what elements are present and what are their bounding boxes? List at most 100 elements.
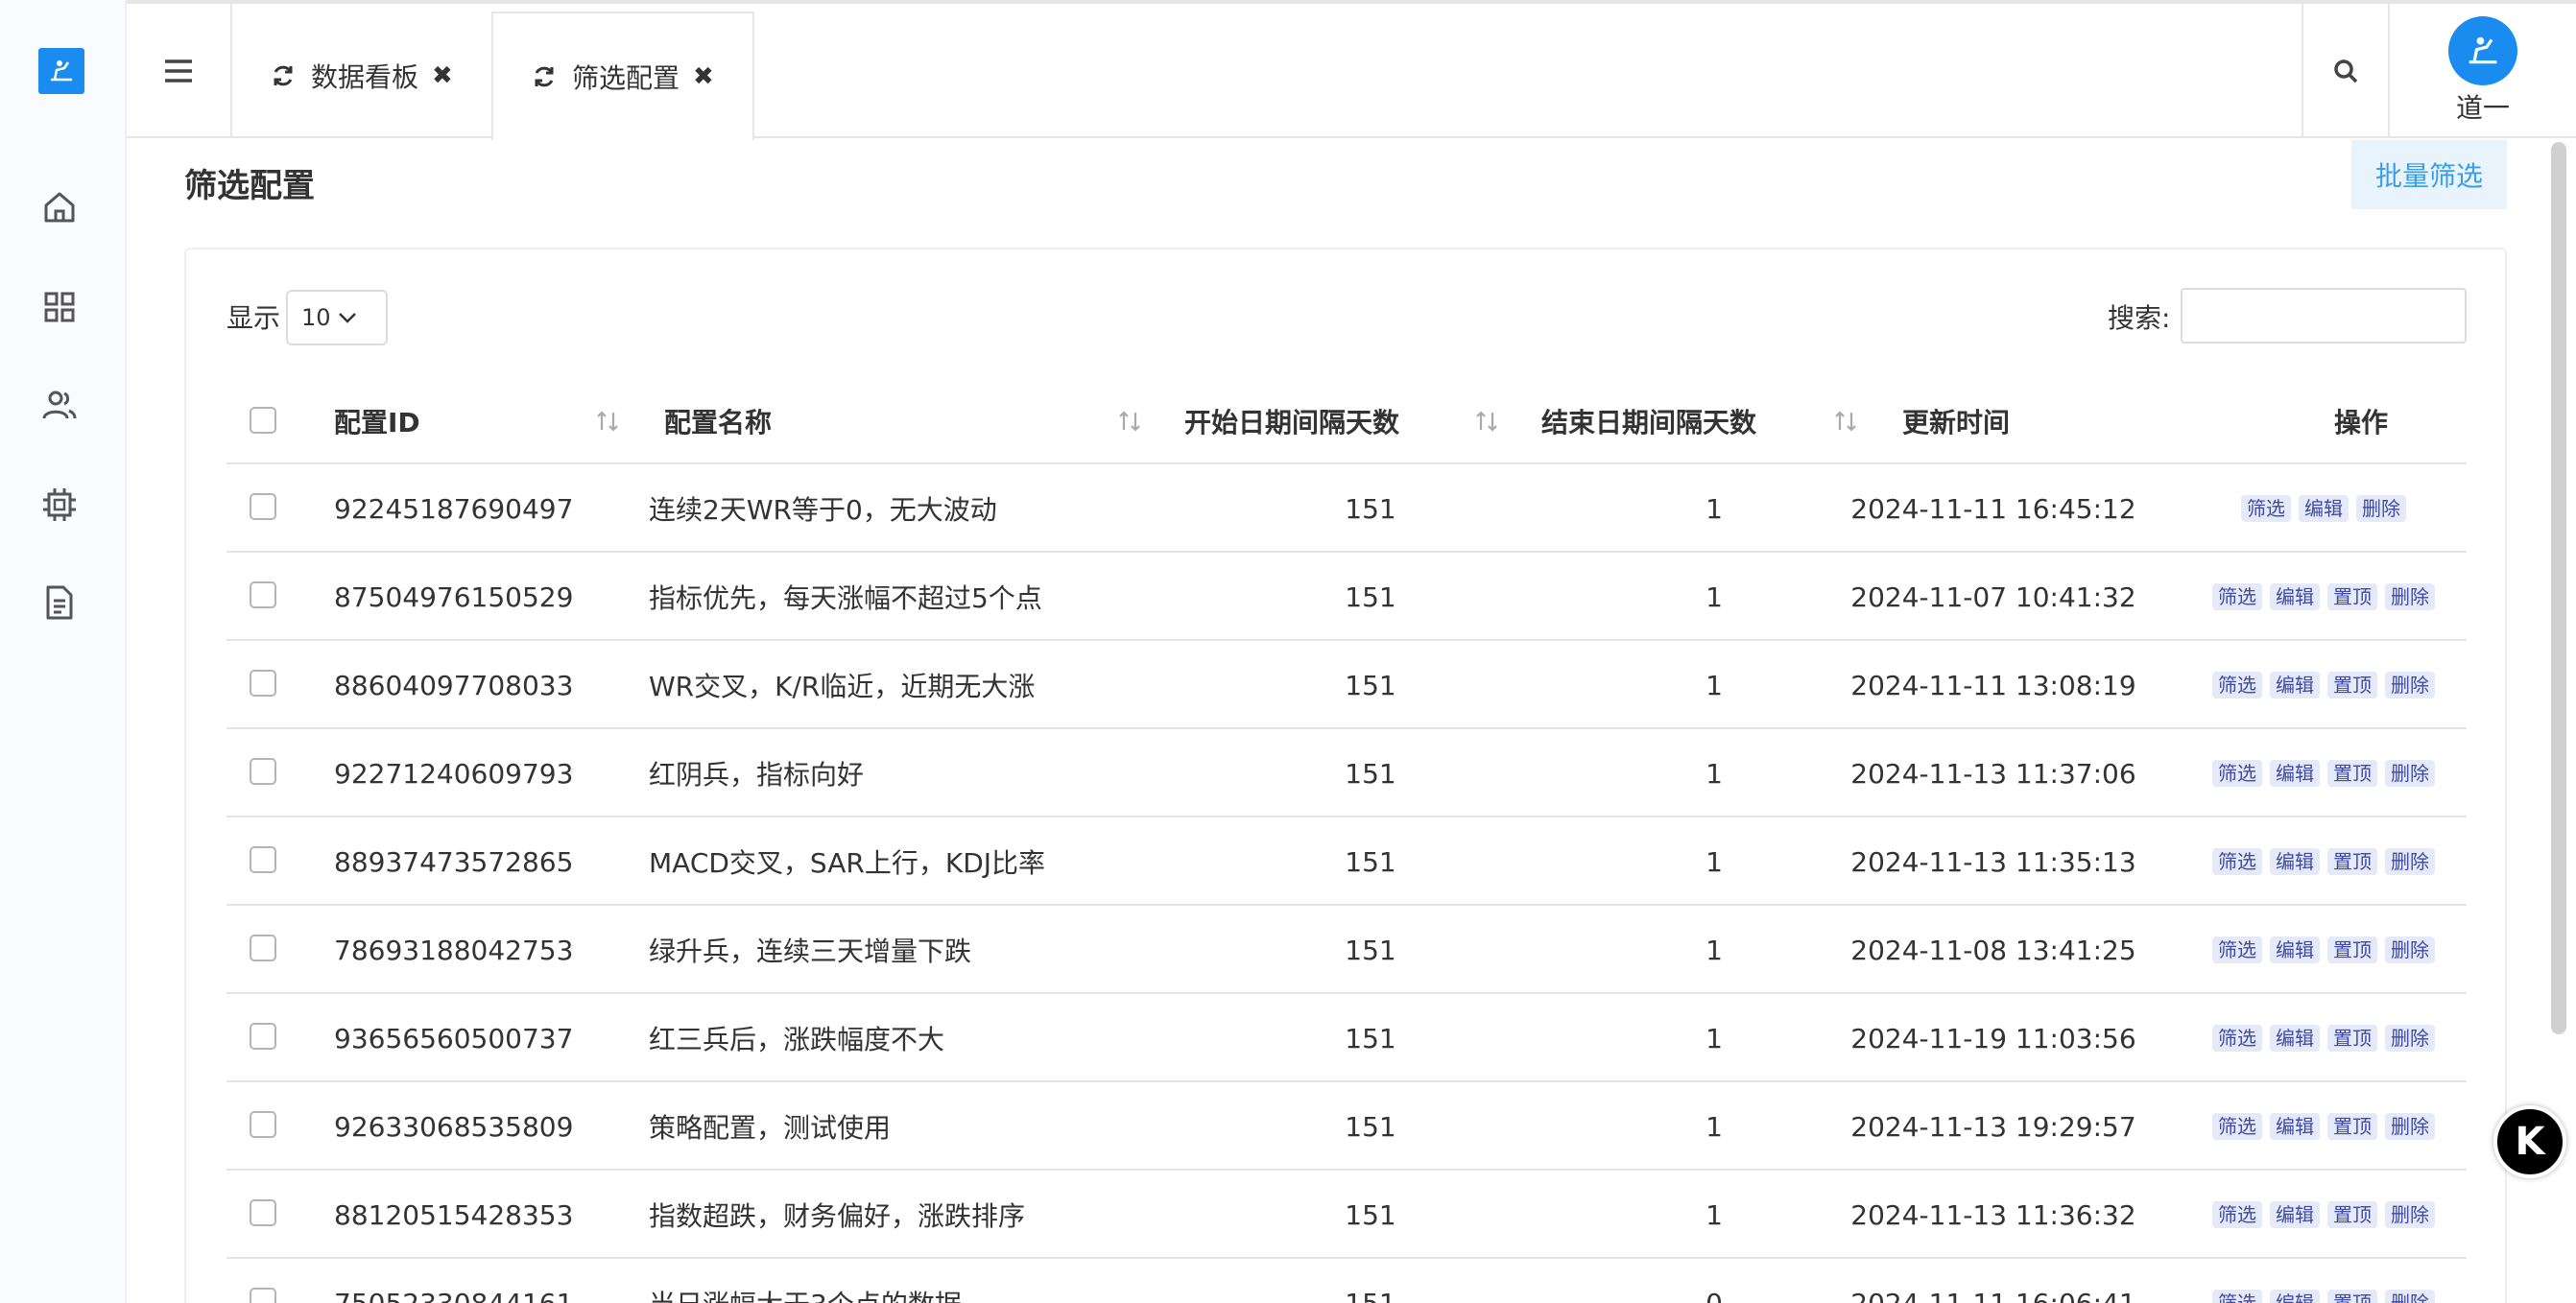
filter-button[interactable]: 筛选	[2212, 1290, 2262, 1303]
delete-button[interactable]: 删除	[2356, 495, 2406, 522]
edit-button[interactable]: 编辑	[2299, 495, 2349, 522]
header-name[interactable]: 配置名称	[664, 378, 772, 464]
filter-button[interactable]: 筛选	[2212, 1201, 2262, 1228]
filter-button[interactable]: 筛选	[2212, 760, 2262, 787]
edit-button[interactable]: 编辑	[2270, 583, 2320, 610]
cell-end-days: 1	[1705, 1022, 1723, 1054]
refresh-icon[interactable]	[532, 64, 557, 89]
home-icon[interactable]	[38, 186, 81, 228]
cell-update-time: 2024-11-08 13:41:25	[1850, 934, 2136, 966]
sort-icon[interactable]	[1115, 407, 1144, 436]
menu-toggle-button[interactable]	[127, 4, 232, 138]
global-search-button[interactable]	[2302, 4, 2390, 138]
delete-button[interactable]: 删除	[2385, 1025, 2435, 1052]
row-checkbox[interactable]	[250, 1199, 276, 1226]
delete-button[interactable]: 删除	[2385, 848, 2435, 875]
pin-button[interactable]: 置顶	[2327, 1290, 2377, 1303]
delete-button[interactable]: 删除	[2385, 672, 2435, 699]
tab-dashboard[interactable]: 数据看板 ✖	[232, 12, 493, 140]
filter-button[interactable]: 筛选	[2212, 1113, 2262, 1140]
table-row[interactable]: 87504976150529 指标优先，每天涨幅不超过5个点 151 1 2024-11…	[227, 553, 2467, 641]
header-end-days[interactable]: 结束日期间隔天数	[1541, 378, 1756, 464]
cell-end-days: 1	[1705, 492, 1723, 525]
close-icon[interactable]: ✖	[693, 62, 714, 91]
floating-assistant-button[interactable]: K	[2493, 1105, 2566, 1178]
pin-button[interactable]: 置顶	[2327, 936, 2377, 963]
table-row[interactable]: 92245187690497 连续2天WR等于0，无大波动 151 1 2024-11-…	[227, 464, 2467, 553]
users-icon[interactable]	[38, 384, 81, 426]
edit-button[interactable]: 编辑	[2270, 672, 2320, 699]
delete-button[interactable]: 删除	[2385, 1201, 2435, 1228]
cell-end-days: 1	[1705, 757, 1723, 790]
cell-actions: 筛选 编辑 删除	[2184, 464, 2463, 553]
header-id[interactable]: 配置ID	[334, 378, 420, 464]
page-size-select[interactable]: 10	[286, 290, 388, 345]
edit-button[interactable]: 编辑	[2270, 1201, 2320, 1228]
close-icon[interactable]: ✖	[432, 61, 453, 90]
pin-button[interactable]: 置顶	[2327, 1201, 2377, 1228]
edit-button[interactable]: 编辑	[2270, 848, 2320, 875]
cell-config-id: 92245187690497	[334, 492, 574, 525]
avatar[interactable]	[2448, 16, 2517, 85]
cell-end-days: 1	[1705, 1110, 1723, 1143]
edit-button[interactable]: 编辑	[2270, 936, 2320, 963]
refresh-icon[interactable]	[271, 63, 296, 88]
batch-filter-button[interactable]: 批量筛选	[2351, 140, 2507, 209]
table-row[interactable]: 92633068535809 策略配置，测试使用 151 1 2024-11-13 19…	[227, 1082, 2467, 1171]
filter-button[interactable]: 筛选	[2212, 936, 2262, 963]
pin-button[interactable]: 置顶	[2327, 848, 2377, 875]
pin-button[interactable]: 置顶	[2327, 760, 2377, 787]
cell-update-time: 2024-11-11 13:08:19	[1850, 669, 2136, 701]
app-logo[interactable]	[38, 48, 84, 94]
tab-filter-config[interactable]: 筛选配置 ✖	[491, 12, 754, 140]
table-row[interactable]: 93656560500737 红三兵后，涨跌幅度不大 151 1 2024-11-19 …	[227, 994, 2467, 1082]
cell-config-id: 93656560500737	[334, 1022, 574, 1054]
edit-button[interactable]: 编辑	[2270, 760, 2320, 787]
cell-start-days: 151	[1345, 1110, 1396, 1143]
table-row[interactable]: 78693188042753 绿升兵，连续三天增量下跌 151 1 2024-11-08…	[227, 906, 2467, 994]
pin-button[interactable]: 置顶	[2327, 583, 2377, 610]
row-checkbox[interactable]	[250, 1023, 276, 1050]
row-checkbox[interactable]	[250, 846, 276, 873]
delete-button[interactable]: 删除	[2385, 583, 2435, 610]
table-row[interactable]: 88937473572865 MACD交叉，SAR上行，KDJ比率 151 1 2024…	[227, 817, 2467, 906]
filter-button[interactable]: 筛选	[2212, 672, 2262, 699]
select-all-checkbox[interactable]	[250, 407, 276, 434]
delete-button[interactable]: 删除	[2385, 936, 2435, 963]
row-checkbox[interactable]	[250, 935, 276, 961]
sort-icon[interactable]	[1831, 407, 1860, 436]
pin-button[interactable]: 置顶	[2327, 1025, 2377, 1052]
row-checkbox[interactable]	[250, 670, 276, 697]
table-row[interactable]: 75052330844161 当日涨幅大于3个点的数据 151 0 2024-11-11…	[227, 1259, 2467, 1303]
delete-button[interactable]: 删除	[2385, 1113, 2435, 1140]
table-row[interactable]: 88604097708033 WR交叉，K/R临近，近期无大涨 151 1 2024-1…	[227, 641, 2467, 729]
filter-button[interactable]: 筛选	[2212, 1025, 2262, 1052]
row-checkbox[interactable]	[250, 758, 276, 785]
edit-button[interactable]: 编辑	[2270, 1290, 2320, 1303]
row-checkbox[interactable]	[250, 1288, 276, 1303]
row-checkbox[interactable]	[250, 493, 276, 520]
delete-button[interactable]: 删除	[2385, 1290, 2435, 1303]
filter-button[interactable]: 筛选	[2212, 583, 2262, 610]
header-update-time[interactable]: 更新时间	[1902, 378, 2010, 464]
table-row[interactable]: 92271240609793 红阴兵，指标向好 151 1 2024-11-13 11:…	[227, 729, 2467, 817]
user-menu[interactable]: 道一	[2390, 4, 2576, 138]
header-start-days[interactable]: 开始日期间隔天数	[1184, 378, 1399, 464]
dashboard-grid-icon[interactable]	[38, 286, 81, 328]
filter-button[interactable]: 筛选	[2241, 495, 2291, 522]
edit-button[interactable]: 编辑	[2270, 1025, 2320, 1052]
document-icon[interactable]	[38, 581, 81, 624]
filter-button[interactable]: 筛选	[2212, 848, 2262, 875]
table-row[interactable]: 88120515428353 指数超跌，财务偏好，涨跌排序 151 1 2024-11-…	[227, 1171, 2467, 1259]
sort-icon[interactable]	[1472, 407, 1501, 436]
sort-icon[interactable]	[593, 407, 622, 436]
edit-button[interactable]: 编辑	[2270, 1113, 2320, 1140]
chip-icon[interactable]	[38, 484, 81, 526]
pin-button[interactable]: 置顶	[2327, 1113, 2377, 1140]
delete-button[interactable]: 删除	[2385, 760, 2435, 787]
table-search-input[interactable]	[2181, 288, 2467, 344]
row-checkbox[interactable]	[250, 1111, 276, 1138]
page-scrollbar[interactable]	[2551, 142, 2566, 1034]
row-checkbox[interactable]	[250, 581, 276, 608]
pin-button[interactable]: 置顶	[2327, 672, 2377, 699]
